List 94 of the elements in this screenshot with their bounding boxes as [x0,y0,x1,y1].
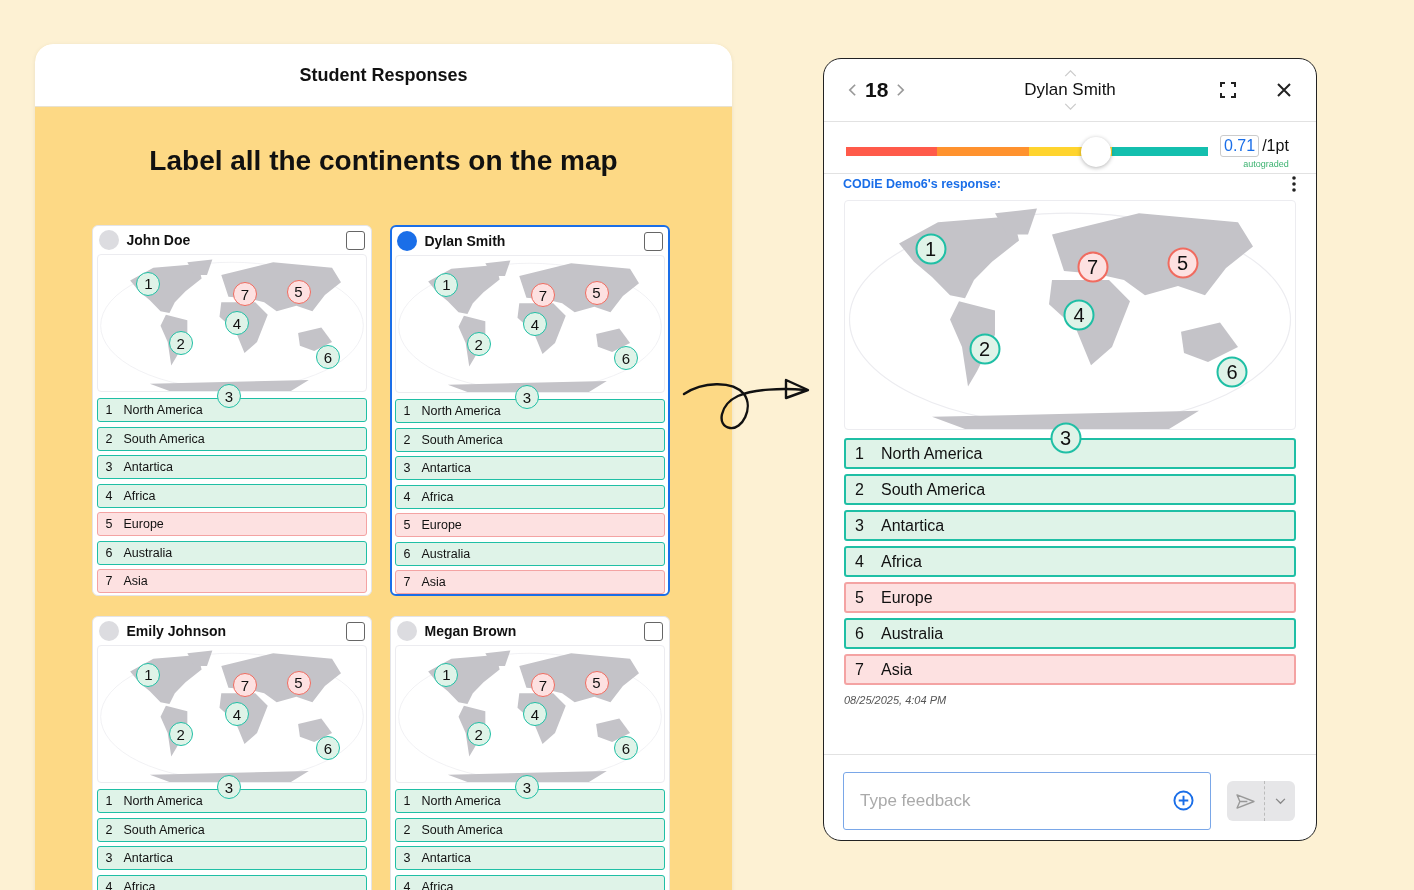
answer-label: North America [421,794,501,808]
score-field[interactable]: 0.71 [1220,134,1260,157]
answer-number: 4 [403,879,412,890]
response-label: CODiE Demo6's response: [843,177,1001,191]
checkbox[interactable] [345,621,365,641]
send-icon [1236,793,1255,809]
answer-number: 3 [105,851,114,865]
answer-label: North America [123,403,203,417]
answer-label: North America [123,794,203,808]
answer-number: 2 [403,822,412,837]
answer-number: 3 [855,516,865,535]
answer-number: 3 [105,460,114,474]
answer-number: 2 [105,431,114,446]
answer-label: Africa [123,879,156,890]
answer-number: 2 [403,432,412,447]
answer-number: 6 [105,545,114,560]
answer-label: Antartica [881,516,945,535]
more-icon[interactable] [1292,176,1296,192]
answer-number: 7 [855,660,865,679]
answer-number: 5 [855,588,865,607]
answer-label: North America [881,444,983,463]
student-name: Dylan Smith [1024,80,1116,100]
question-title: Label all the continents on the map [149,145,618,177]
panel-title: Student Responses [299,64,468,86]
timestamp: 08/25/2025, 4:04 PM [844,694,948,706]
answer-number: 1 [855,444,865,463]
checkbox[interactable] [643,231,663,251]
student-name: John Doe [126,232,192,248]
student-card[interactable]: John Doe 1 2 3 4 5 6 7 1 North America 2 South America 3 Antartica 4 Africa 5 Europe 6 Australia 7 Asia [91,225,372,596]
answer-number: 4 [105,488,114,503]
answer-number: 4 [855,552,865,571]
answer-label: Antartica [123,851,173,865]
answer-label: South America [123,822,205,837]
answer-number: 5 [403,518,412,532]
answer-number: 2 [105,822,114,837]
answer-number: 3 [403,461,412,475]
answer-number: 4 [403,489,412,504]
expand-icon[interactable] [1220,82,1236,98]
chevron-right-icon[interactable] [896,83,906,97]
avatar-dot [98,621,119,641]
answer-number: 1 [105,794,114,808]
avatar-dot [396,231,417,251]
answer-label: Australia [421,546,471,561]
answer-number: 1 [403,404,412,418]
answer-label: South America [421,432,503,447]
answer-number: 2 [855,480,865,499]
answer-label: Antartica [421,851,471,865]
student-name: Megan Brown [424,623,518,639]
student-card[interactable]: Dylan Smith 1 2 3 4 5 6 7 1 North America 2 South America 3 Antartica 4 Africa 5 Europe 6 Australia 7 Asia [389,225,670,596]
answer-number: 7 [105,574,114,588]
checkbox[interactable] [643,621,663,641]
answer-label: Antartica [421,461,471,475]
answer-number: 1 [105,403,114,417]
student-card[interactable]: Emily Johnson 1 2 3 4 5 6 7 1 North America 2 South America 3 Antartica 4 Africa [91,616,372,890]
student-name: Dylan Smith [424,233,507,249]
checkbox[interactable] [345,230,365,250]
add-icon[interactable] [1173,790,1194,811]
answer-label: Asia [123,574,148,588]
avatar-dot [98,230,119,250]
answer-label: Australia [881,624,944,643]
answer-label: Africa [421,489,454,504]
answer-number: 1 [403,794,412,808]
student-card[interactable]: Megan Brown 1 2 3 4 5 6 7 1 North America 2 South America 3 Antartica 4 Africa [389,616,670,890]
answer-number: 3 [403,851,412,865]
slider-thumb[interactable] [1080,136,1111,167]
answer-label: Europe [881,588,933,607]
answer-number: 5 [105,517,114,531]
answer-label: North America [421,404,501,418]
answer-label: South America [421,822,503,837]
answer-label: Asia [881,660,913,679]
answer-number: 7 [403,575,412,589]
answer-label: Africa [123,488,156,503]
answer-number: 6 [855,624,865,643]
autograded-label: autograded [1243,158,1289,169]
response-number: 18 [865,78,889,102]
answer-label: Europe [123,517,164,531]
answer-label: Africa [421,879,454,890]
caret-icon [1274,797,1286,805]
answer-label: Antartica [123,460,173,474]
answer-label: South America [123,431,205,446]
avatar-dot [396,621,417,641]
chevron-left-icon[interactable] [848,83,857,97]
score-slider[interactable] [846,136,1208,167]
answer-label: Australia [123,545,173,560]
student-name: Emily Johnson [126,623,228,639]
answer-label: Africa [881,552,922,571]
answer-number: 4 [105,879,114,890]
max-points: /1pt [1262,136,1289,155]
feedback-field[interactable]: Type feedback [843,772,1211,830]
answer-label: Europe [421,518,462,532]
answer-label: South America [881,480,986,499]
answer-number: 6 [403,546,412,561]
close-icon[interactable] [1276,82,1292,98]
answer-label: Asia [421,575,446,589]
